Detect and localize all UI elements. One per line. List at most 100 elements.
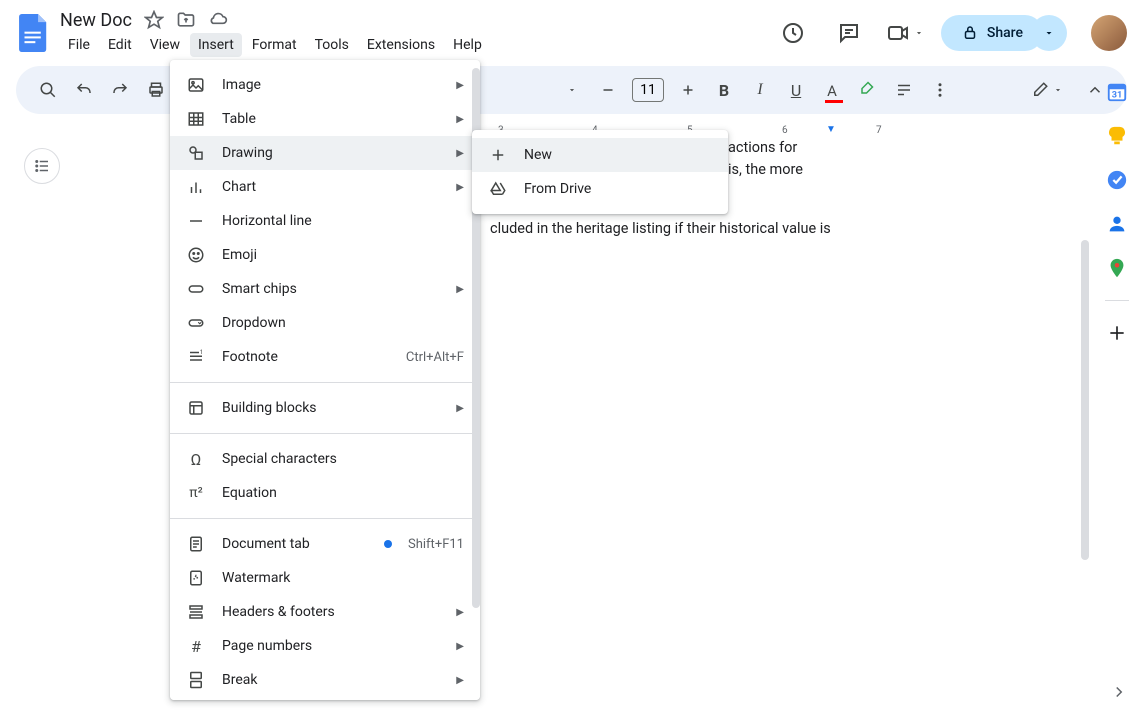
menu-item-horizontal-line[interactable]: Horizontal line	[170, 204, 480, 238]
tasks-addon-icon[interactable]	[1105, 168, 1129, 192]
submenu-arrow-icon: ▶	[456, 148, 464, 159]
paragraph-spacing-icon[interactable]	[888, 74, 920, 106]
menu-edit[interactable]: Edit	[100, 33, 140, 57]
menu-item-label: Footnote	[222, 349, 390, 365]
footnote-icon: 1	[186, 347, 206, 367]
menu-item-emoji[interactable]: Emoji	[170, 238, 480, 272]
svg-text:31: 31	[1112, 91, 1123, 101]
underline-icon[interactable]: U	[780, 74, 812, 106]
menu-item-special-characters[interactable]: Ω Special characters	[170, 442, 480, 476]
menu-item-label: Watermark	[222, 570, 464, 586]
meet-button[interactable]	[885, 13, 925, 53]
document-title[interactable]: New Doc	[60, 10, 132, 31]
menu-item-label: Horizontal line	[222, 213, 464, 229]
share-dropdown-button[interactable]	[1031, 15, 1067, 51]
contacts-addon-icon[interactable]	[1105, 212, 1129, 236]
menu-item-chart[interactable]: Chart ▶	[170, 170, 480, 204]
add-addon-icon[interactable]	[1105, 321, 1129, 345]
document-tab-icon	[186, 534, 206, 554]
menu-format[interactable]: Format	[244, 33, 305, 57]
menu-help[interactable]: Help	[445, 33, 490, 57]
menu-divider	[170, 433, 480, 434]
increase-font-size-icon[interactable]	[672, 74, 704, 106]
submenu-item-label: New	[524, 147, 712, 163]
redo-icon[interactable]	[104, 74, 136, 106]
menu-item-equation[interactable]: π² Equation	[170, 476, 480, 510]
submenu-item-from-drive[interactable]: From Drive	[472, 172, 728, 206]
cloud-status-icon[interactable]	[208, 10, 228, 30]
menu-insert[interactable]: Insert	[190, 33, 242, 57]
submenu-item-new[interactable]: New	[472, 138, 728, 172]
show-outline-button[interactable]	[24, 148, 60, 184]
maps-addon-icon[interactable]	[1105, 256, 1129, 280]
image-icon	[186, 75, 206, 95]
submenu-arrow-icon: ▶	[456, 675, 464, 686]
keep-addon-icon[interactable]	[1105, 124, 1129, 148]
document-text: cluded in the heritage listing if their …	[490, 219, 831, 239]
font-size-input[interactable]: 11	[632, 78, 664, 102]
share-label: Share	[987, 25, 1023, 41]
menu-item-table[interactable]: Table ▶	[170, 102, 480, 136]
right-indent-marker[interactable]: ▼	[826, 124, 836, 135]
dropdown-icon	[186, 313, 206, 333]
horizontal-line-icon	[186, 211, 206, 231]
menu-item-label: Special characters	[222, 451, 464, 467]
menu-item-label: Emoji	[222, 247, 464, 263]
avatar[interactable]	[1091, 15, 1127, 51]
document-scrollbar[interactable]	[1081, 240, 1089, 560]
menu-item-label: Break	[222, 672, 440, 688]
drive-icon	[488, 179, 508, 199]
submenu-arrow-icon: ▶	[456, 80, 464, 91]
submenu-arrow-icon: ▶	[456, 114, 464, 125]
editing-mode-button[interactable]	[1023, 77, 1071, 103]
menu-item-label: Dropdown	[222, 315, 464, 331]
menu-item-document-tab[interactable]: Document tab Shift+F11	[170, 527, 480, 561]
menu-divider	[170, 382, 480, 383]
menu-file[interactable]: File	[60, 33, 98, 57]
comments-icon[interactable]	[829, 13, 869, 53]
hide-sidepanel-button[interactable]	[1103, 676, 1135, 708]
page-numbers-icon: #	[186, 636, 206, 656]
menu-view[interactable]: View	[142, 33, 188, 57]
undo-icon[interactable]	[68, 74, 100, 106]
print-icon[interactable]	[140, 74, 172, 106]
bold-icon[interactable]: B	[708, 74, 740, 106]
calendar-addon-icon[interactable]: 31	[1105, 80, 1129, 104]
document-text: actions for	[728, 138, 831, 158]
menu-item-watermark[interactable]: Watermark	[170, 561, 480, 595]
decrease-font-size-icon[interactable]	[592, 74, 624, 106]
menu-item-footnote[interactable]: 1 Footnote Ctrl+Alt+F	[170, 340, 480, 374]
menu-item-building-blocks[interactable]: Building blocks ▶	[170, 391, 480, 425]
more-toolbar-icon[interactable]	[924, 74, 956, 106]
omega-icon: Ω	[186, 449, 206, 469]
menu-tools[interactable]: Tools	[307, 33, 357, 57]
table-icon	[186, 109, 206, 129]
menu-item-label: Page numbers	[222, 638, 440, 654]
building-blocks-icon	[186, 398, 206, 418]
highlight-color-icon[interactable]	[852, 74, 884, 106]
text-color-icon[interactable]: A	[816, 74, 848, 106]
menu-item-label: Document tab	[222, 536, 368, 552]
last-edit-icon[interactable]	[773, 13, 813, 53]
document-text: is, the more	[728, 160, 831, 180]
menu-item-headers-footers[interactable]: Headers & footers ▶	[170, 595, 480, 629]
docs-logo[interactable]	[16, 15, 52, 51]
star-icon[interactable]	[144, 10, 164, 30]
side-panel: 31	[1091, 64, 1143, 345]
drawing-submenu: New From Drive	[472, 130, 728, 214]
share-button[interactable]: Share	[941, 15, 1043, 51]
submenu-arrow-icon: ▶	[456, 284, 464, 295]
watermark-icon	[186, 568, 206, 588]
font-dropdown-arrow-icon[interactable]	[556, 74, 588, 106]
italic-icon[interactable]: I	[744, 74, 776, 106]
menu-item-dropdown[interactable]: Dropdown	[170, 306, 480, 340]
menu-item-image[interactable]: Image ▶	[170, 68, 480, 102]
submenu-arrow-icon: ▶	[456, 607, 464, 618]
menu-item-break[interactable]: Break ▶	[170, 663, 480, 697]
move-folder-icon[interactable]	[176, 10, 196, 30]
menu-item-smart-chips[interactable]: Smart chips ▶	[170, 272, 480, 306]
menu-item-page-numbers[interactable]: # Page numbers ▶	[170, 629, 480, 663]
menu-item-drawing[interactable]: Drawing ▶	[170, 136, 480, 170]
search-menus-icon[interactable]	[32, 74, 64, 106]
menu-extensions[interactable]: Extensions	[359, 33, 443, 57]
